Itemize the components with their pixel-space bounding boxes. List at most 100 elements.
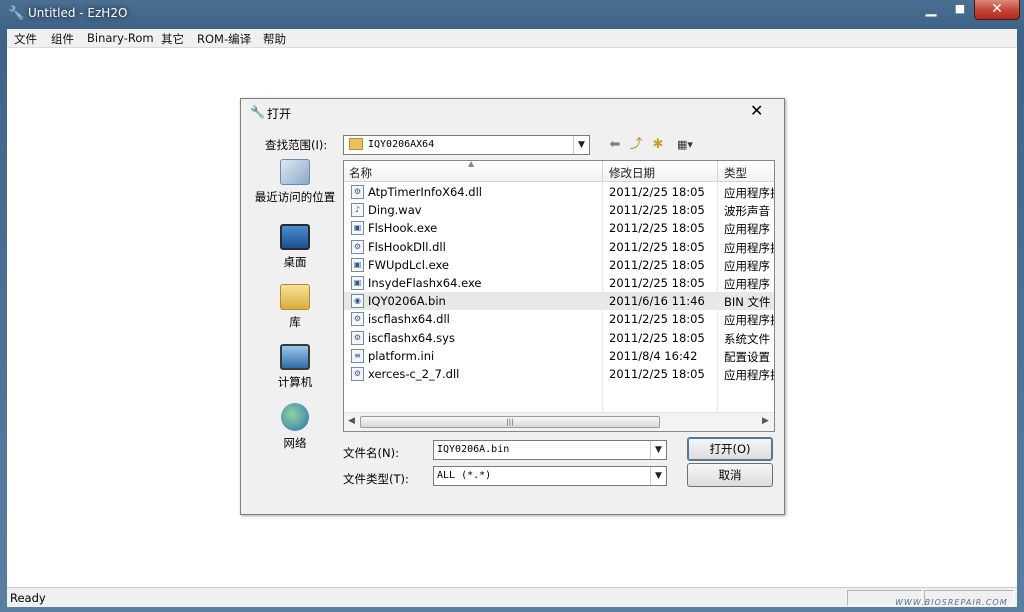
- file-date: 2011/2/25 18:05: [609, 221, 705, 236]
- watermark-text: WWW.BIOSREPAIR.COM: [895, 598, 1008, 607]
- menu-file[interactable]: 文件: [14, 31, 37, 47]
- place-recent[interactable]: 最近访问的位置: [253, 159, 337, 205]
- lookin-value: IQY0206AX64: [368, 139, 435, 150]
- place-computer[interactable]: 计算机: [253, 344, 337, 390]
- place-label: 最近访问的位置: [254, 190, 336, 204]
- list-header: 名称 ▲ 修改日期 类型: [344, 161, 774, 182]
- file-name: iscflashx64.dll: [368, 312, 450, 327]
- open-button[interactable]: 打开(O): [687, 437, 773, 461]
- dialog-close-button[interactable]: ✕: [750, 101, 763, 120]
- column-date[interactable]: 修改日期: [609, 165, 655, 181]
- file-type: 波形声音: [724, 204, 770, 219]
- column-name[interactable]: 名称: [349, 165, 372, 181]
- status-bar: Ready: [7, 587, 1017, 607]
- file-row[interactable]: ⚙ FlsHookDll.dll 2011/2/25 18:05 应用程序扩展: [344, 238, 774, 256]
- menu-binary-rom[interactable]: Binary-Rom: [87, 31, 154, 45]
- file-list[interactable]: 名称 ▲ 修改日期 类型 ⚙ AtpTimerInfoX64.dll 2011/2/…: [343, 160, 775, 432]
- menu-rom-compile[interactable]: ROM-编译: [197, 31, 251, 47]
- chevron-down-icon[interactable]: ▼: [650, 467, 666, 485]
- ini-file-icon: ≡: [351, 348, 364, 363]
- place-label: 库: [289, 315, 301, 329]
- column-divider[interactable]: [717, 161, 718, 182]
- window-title: Untitled - EzH2O: [28, 6, 128, 20]
- menu-other[interactable]: 其它: [161, 31, 184, 47]
- filename-input[interactable]: IQY0206A.bin ▼: [433, 440, 667, 460]
- file-name: InsydeFlashx64.exe: [368, 276, 482, 290]
- cancel-button[interactable]: 取消: [687, 463, 773, 487]
- library-icon: [280, 284, 310, 310]
- file-type: 应用程序: [724, 258, 770, 273]
- lookin-label: 查找范围(I):: [265, 138, 328, 152]
- file-date: 2011/2/25 18:05: [609, 257, 705, 272]
- file-type: 系统文件: [724, 331, 770, 346]
- file-row[interactable]: ♪ Ding.wav 2011/2/25 18:05 波形声音: [344, 201, 774, 219]
- scroll-right-icon[interactable]: ▶: [762, 416, 769, 426]
- place-desktop[interactable]: 桌面: [253, 224, 337, 270]
- new-folder-icon[interactable]: ✱: [649, 137, 667, 153]
- status-text: Ready: [10, 591, 46, 605]
- audio-file-icon: ♪: [351, 203, 364, 218]
- folder-icon: [349, 138, 363, 150]
- file-date: 2011/2/25 18:05: [609, 330, 705, 345]
- filename-label: 文件名(N):: [343, 446, 399, 460]
- filetype-value: ALL (*.*): [437, 470, 492, 481]
- file-row[interactable]: ⚙ iscflashx64.dll 2011/2/25 18:05 应用程序扩展: [344, 310, 774, 328]
- scroll-thumb[interactable]: |||: [360, 416, 660, 428]
- filetype-select[interactable]: ALL (*.*) ▼: [433, 466, 667, 486]
- file-date: 2011/2/25 18:05: [609, 367, 705, 381]
- file-name: IQY0206A.bin: [368, 294, 446, 309]
- column-type[interactable]: 类型: [724, 165, 747, 181]
- computer-icon: [280, 344, 310, 370]
- horizontal-scrollbar[interactable]: ◀ ||| ▶: [344, 412, 774, 431]
- file-row[interactable]: ▣ FlsHook.exe 2011/2/25 18:05 应用程序: [344, 219, 774, 237]
- file-row[interactable]: ≡ platform.ini 2011/8/4 16:42 配置设置: [344, 347, 774, 365]
- back-arrow-icon[interactable]: ⬅: [607, 137, 623, 153]
- place-network[interactable]: 网络: [253, 403, 337, 451]
- file-date: 2011/2/25 18:05: [609, 276, 705, 290]
- file-type: 应用程序扩展: [724, 313, 774, 328]
- place-library[interactable]: 库: [253, 284, 337, 330]
- scroll-left-icon[interactable]: ◀: [348, 416, 355, 426]
- file-name: FlsHook.exe: [368, 221, 438, 236]
- minimize-button[interactable]: ▁: [916, 0, 946, 20]
- place-label: 网络: [283, 436, 307, 450]
- dll-file-icon: ⚙: [351, 185, 364, 199]
- filetype-label: 文件类型(T):: [343, 472, 409, 486]
- file-date: 2011/2/25 18:05: [609, 185, 705, 199]
- sys-file-icon: ⚙: [351, 330, 364, 345]
- maximize-button[interactable]: ■: [946, 0, 974, 20]
- file-type: 应用程序扩展: [724, 368, 774, 382]
- place-label: 计算机: [277, 375, 313, 389]
- file-row[interactable]: ⚙ AtpTimerInfoX64.dll 2011/2/25 18:05 应用程序扩…: [344, 183, 774, 201]
- menu-bar: 文件 组件 Binary-Rom 其它 ROM-编译 帮助: [7, 29, 1017, 48]
- lookin-combo[interactable]: IQY0206AX64 ▼: [343, 135, 590, 155]
- close-button[interactable]: ✕: [974, 0, 1020, 20]
- file-type: 配置设置: [724, 349, 770, 364]
- title-bar[interactable]: 🔧 Untitled - EzH2O ▁ ■ ✕: [0, 0, 1024, 28]
- file-name: Ding.wav: [368, 203, 422, 218]
- file-row[interactable]: ▣ InsydeFlashx64.exe 2011/2/25 18:05 应用程序: [344, 274, 774, 292]
- file-date: 2011/2/25 18:05: [609, 312, 705, 327]
- up-folder-icon[interactable]: ⤴: [628, 137, 644, 153]
- file-type: 应用程序扩展: [724, 240, 774, 255]
- file-name: platform.ini: [368, 348, 435, 363]
- menu-component[interactable]: 组件: [51, 31, 74, 47]
- exe-file-icon: ▣: [351, 276, 364, 290]
- chevron-down-icon[interactable]: ▼: [650, 441, 666, 459]
- chevron-down-icon[interactable]: ▼: [573, 136, 589, 154]
- exe-file-icon: ▣: [351, 221, 364, 236]
- file-row[interactable]: ⚙ xerces-c_2_7.dll 2011/2/25 18:05 应用程序扩展: [344, 365, 774, 383]
- column-divider[interactable]: [602, 161, 603, 182]
- exe-file-icon: ▣: [351, 257, 364, 272]
- wrench-icon: 🔧: [8, 6, 25, 21]
- file-row[interactable]: ◉ IQY0206A.bin 2011/6/16 11:46 BIN 文件: [344, 292, 774, 311]
- wrench-icon: 🔧: [250, 105, 265, 119]
- place-label: 桌面: [283, 255, 307, 269]
- file-row[interactable]: ⚙ iscflashx64.sys 2011/2/25 18:05 系统文件: [344, 329, 774, 347]
- file-date: 2011/2/25 18:05: [609, 239, 705, 254]
- desktop-icon: [280, 224, 310, 250]
- view-menu-icon[interactable]: ▦▾: [672, 137, 698, 153]
- menu-help[interactable]: 帮助: [263, 31, 286, 47]
- file-row[interactable]: ▣ FWUpdLcl.exe 2011/2/25 18:05 应用程序: [344, 256, 774, 274]
- dll-file-icon: ⚙: [351, 239, 364, 254]
